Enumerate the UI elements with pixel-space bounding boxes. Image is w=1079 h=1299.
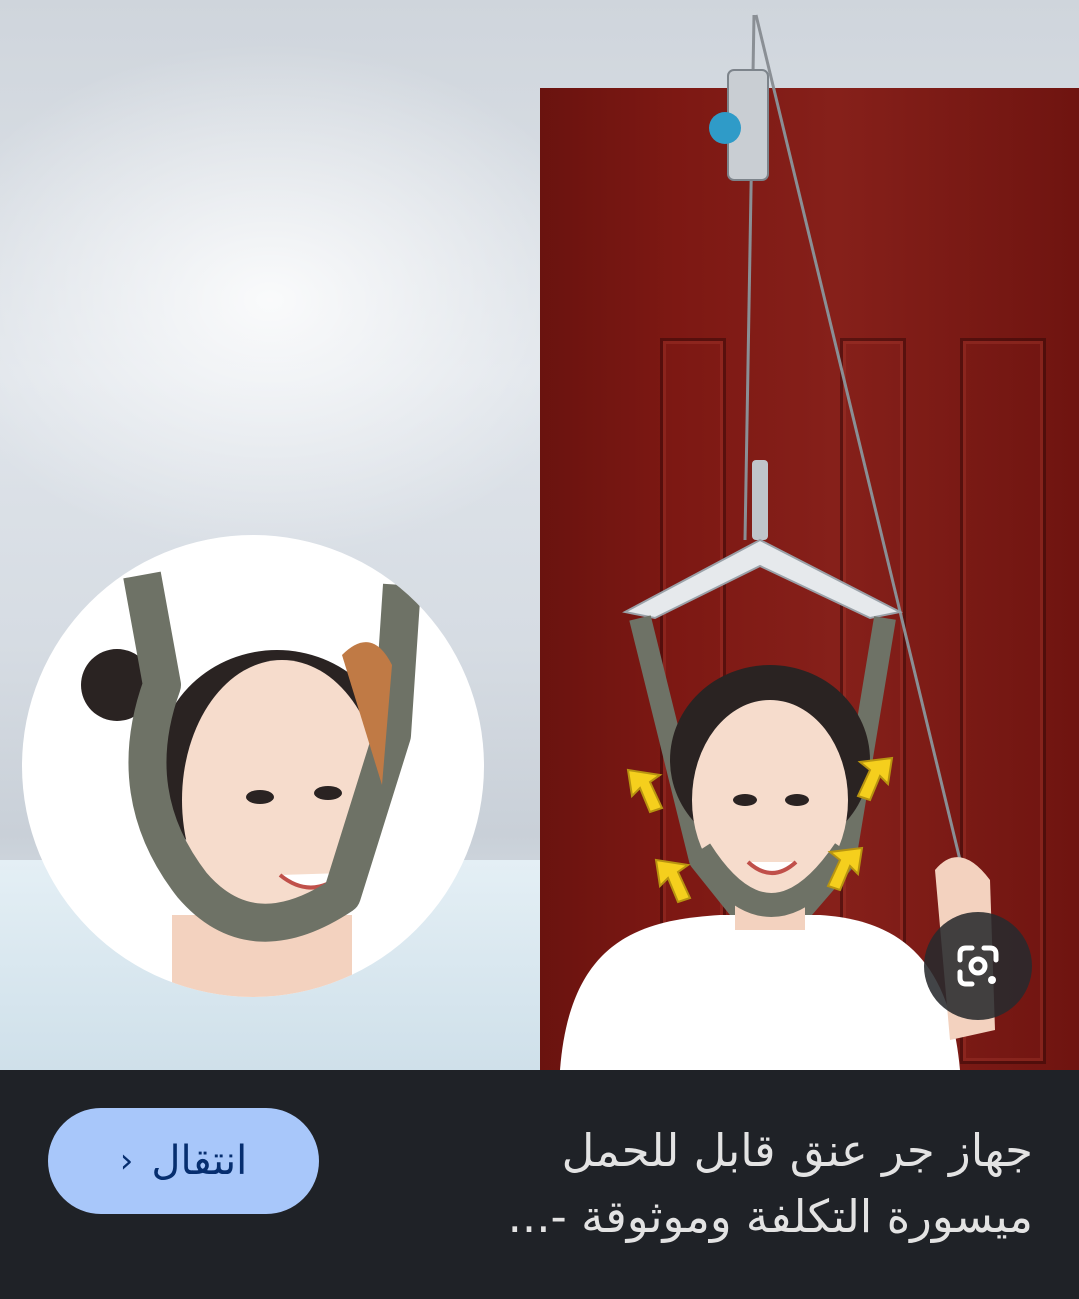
visit-label: انتقال: [151, 1138, 248, 1184]
chevron-left-icon: ‹: [119, 1141, 134, 1181]
lens-search-button[interactable]: [924, 912, 1032, 1020]
result-title-line1: جهاز جر عنق قابل للحمل: [561, 1124, 1033, 1177]
inset-closeup: [22, 535, 484, 997]
result-title-line2: ميسورة التكلفة وموثوقة -...: [507, 1190, 1033, 1243]
inset-illustration: [81, 571, 421, 997]
result-title[interactable]: جهاز جر عنق قابل للحمل ميسورة التكلفة وم…: [393, 1118, 1033, 1250]
product-image[interactable]: [0, 0, 1079, 1070]
lens-search-icon: [957, 945, 999, 987]
visit-button[interactable]: انتقال ‹: [48, 1108, 319, 1214]
